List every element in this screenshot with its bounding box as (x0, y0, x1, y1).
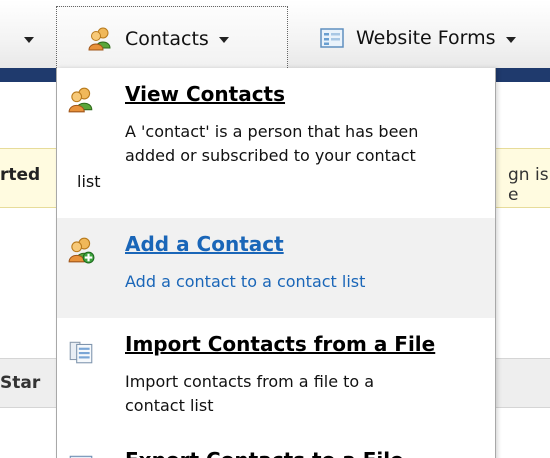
menu-item-view-contacts[interactable]: View Contacts A 'contact' is a person th… (57, 68, 495, 218)
menu-item-desc-line: contact list (125, 396, 214, 415)
chevron-down-icon (218, 37, 229, 43)
chevron-down-icon (505, 36, 516, 43)
form-icon (320, 28, 344, 48)
contacts-icon (68, 87, 93, 113)
menu-item-add-contact[interactable]: Add a Contact Add a contact to a contact… (57, 218, 495, 318)
import-file-icon (69, 341, 93, 364)
chevron-down-icon (24, 36, 34, 43)
notice-left-text: rted (0, 165, 41, 185)
menu-item-desc-line: added or subscribed to your contact (125, 146, 416, 165)
export-file-icon (69, 455, 93, 458)
contacts-dropdown-menu: View Contacts A 'contact' is a person th… (56, 68, 496, 458)
nav-contacts-menu[interactable]: Contacts (56, 6, 288, 70)
menu-item-desc-line: list (77, 172, 101, 191)
menu-item-desc-line: A 'contact' is a person that has been (125, 122, 419, 141)
strip-left-text: Star (0, 373, 41, 393)
contacts-icon (88, 27, 111, 50)
menu-item-title: View Contacts (125, 82, 286, 106)
top-nav-bar: Contacts Website Forms (0, 0, 550, 70)
menu-item-title: Export Contacts to a File (125, 448, 404, 458)
menu-item-desc-line: Import contacts from a file to a (125, 372, 375, 391)
menu-item-export-contacts[interactable]: Export Contacts to a File (57, 428, 495, 458)
nav-prev-menu[interactable] (0, 18, 48, 58)
menu-item-desc-line: Add a contact to a contact list (125, 272, 366, 291)
notice-right-text: gn is e (508, 165, 549, 205)
menu-item-title: Add a Contact (125, 232, 284, 256)
nav-contacts-label: Contacts (125, 27, 209, 50)
add-contact-icon (68, 237, 95, 264)
menu-item-import-contacts[interactable]: Import Contacts from a File Import conta… (57, 318, 495, 428)
nav-website-forms-menu[interactable]: Website Forms (312, 18, 550, 58)
nav-website-forms-label: Website Forms (356, 27, 496, 49)
menu-item-title: Import Contacts from a File (125, 332, 436, 356)
